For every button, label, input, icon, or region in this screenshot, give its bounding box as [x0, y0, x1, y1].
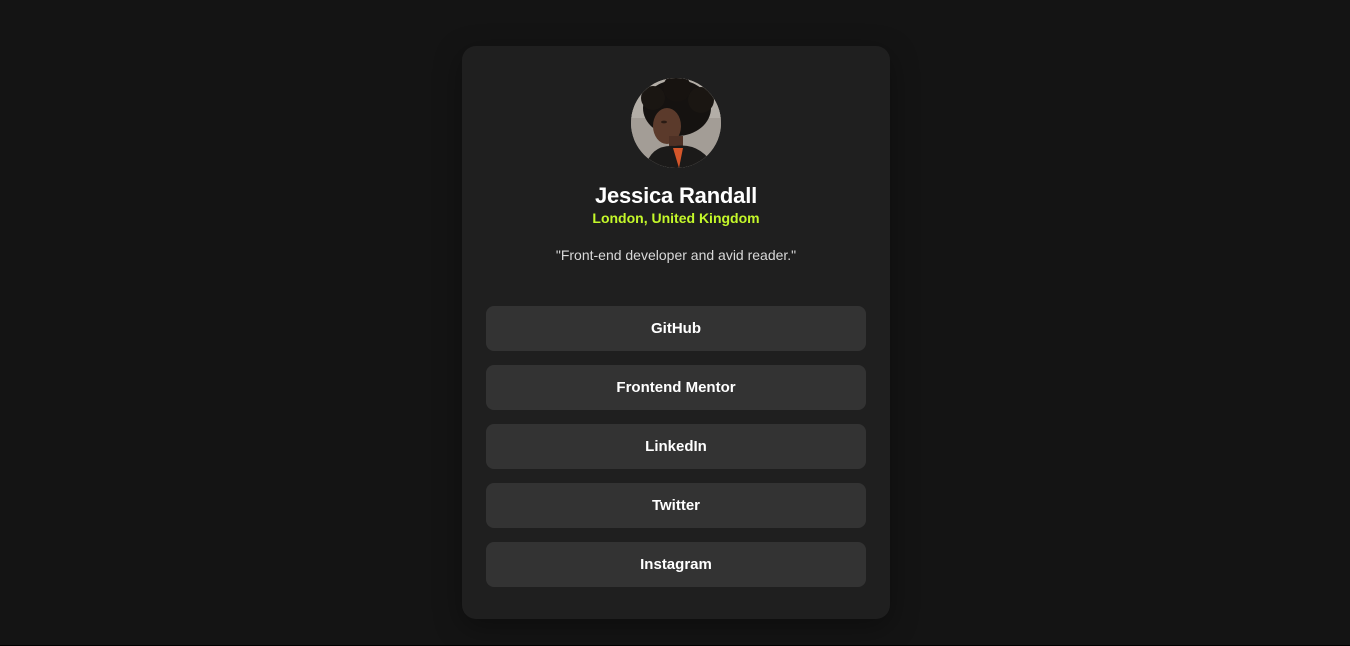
profile-name: Jessica Randall	[594, 183, 758, 208]
page: Jessica Randall London, United Kingdom "…	[0, 0, 1350, 646]
social-links: GitHub Frontend Mentor LinkedIn Twitter …	[486, 306, 866, 601]
link-twitter-button[interactable]: Twitter	[486, 483, 866, 528]
link-frontend-mentor-button[interactable]: Frontend Mentor	[486, 365, 866, 410]
avatar-image	[631, 78, 721, 168]
profile-location: London, United Kingdom	[592, 210, 760, 226]
avatar	[631, 78, 721, 168]
link-instagram-button[interactable]: Instagram	[486, 542, 866, 587]
profile-card: Jessica Randall London, United Kingdom "…	[462, 46, 890, 619]
profile-bio: "Front-end developer and avid reader."	[555, 247, 797, 263]
link-linkedin-button[interactable]: LinkedIn	[486, 424, 866, 469]
link-github-button[interactable]: GitHub	[486, 306, 866, 351]
